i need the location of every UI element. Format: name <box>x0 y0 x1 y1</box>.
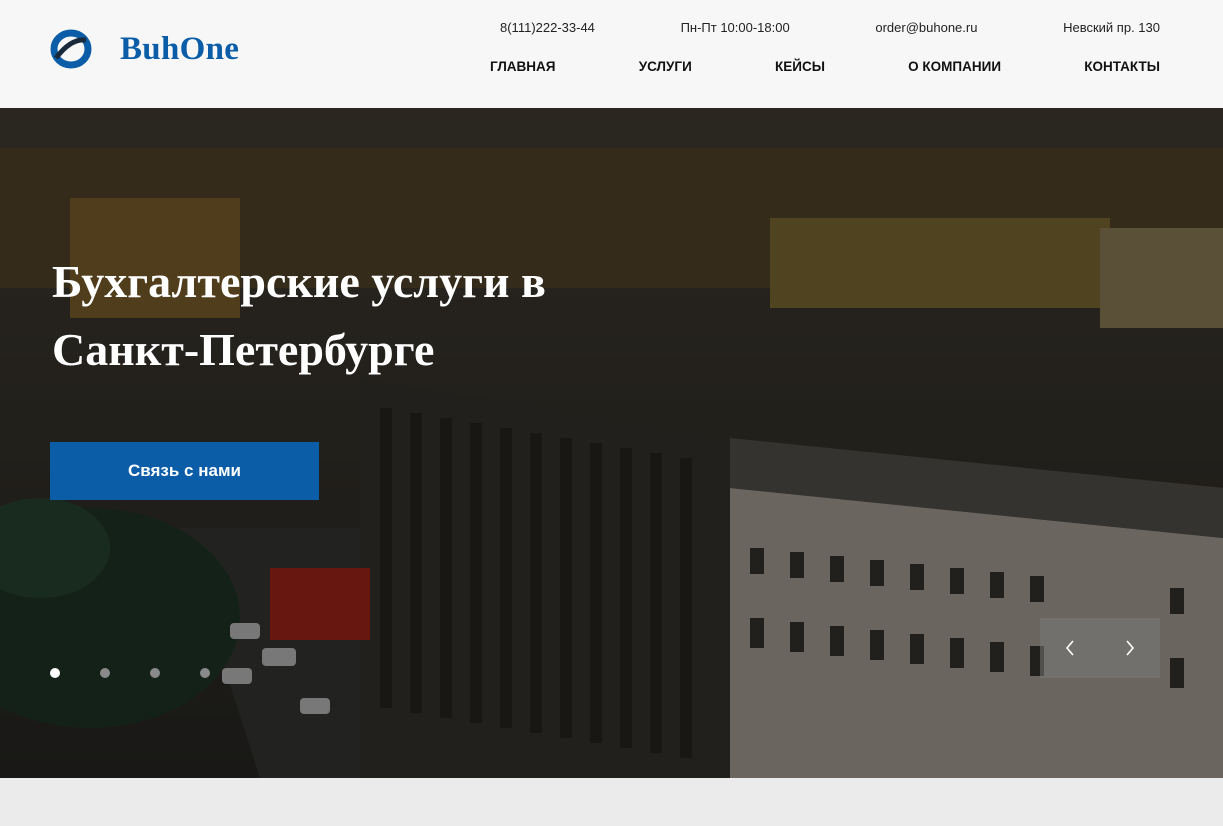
slider-next-button[interactable] <box>1100 618 1160 678</box>
nav-item-contacts[interactable]: КОНТАКТЫ <box>1084 59 1160 74</box>
slider-dot-4[interactable] <box>200 668 210 678</box>
nav-item-cases[interactable]: КЕЙСЫ <box>775 59 825 74</box>
main-nav: ГЛАВНАЯ УСЛУГИ КЕЙСЫ О КОМПАНИИ КОНТАКТЫ <box>490 59 1160 74</box>
contact-us-button[interactable]: Связь с нами <box>50 442 319 500</box>
slider-dot-2[interactable] <box>100 668 110 678</box>
chevron-left-icon <box>1065 640 1074 656</box>
nav-item-about[interactable]: О КОМПАНИИ <box>908 59 1001 74</box>
slider-pagination <box>50 668 210 678</box>
slider-dot-1[interactable] <box>50 668 60 678</box>
chevron-right-icon <box>1126 640 1135 656</box>
nav-item-services[interactable]: УСЛУГИ <box>639 59 692 74</box>
slider-arrows <box>1040 618 1160 678</box>
logo-icon <box>50 29 92 69</box>
logo-text: BuhOne <box>120 30 240 67</box>
page-content-area <box>0 778 1223 826</box>
nav-item-home[interactable]: ГЛАВНАЯ <box>490 59 556 74</box>
address: Невский пр. 130 <box>1063 20 1160 35</box>
phone-number[interactable]: 8(111)222-33-44 <box>500 20 595 35</box>
slider-prev-button[interactable] <box>1040 618 1100 678</box>
email-link[interactable]: order@buhone.ru <box>875 20 977 35</box>
hero-slider: Бухгалтерские услуги в Санкт-Петербурге … <box>0 108 1223 778</box>
slider-dot-3[interactable] <box>150 668 160 678</box>
site-header: BuhOne 8(111)222-33-44 Пн-Пт 10:00-18:00… <box>0 0 1223 108</box>
logo[interactable]: BuhOne <box>50 28 239 70</box>
header-contacts: 8(111)222-33-44 Пн-Пт 10:00-18:00 order@… <box>500 20 1160 35</box>
hero-title: Бухгалтерские услуги в Санкт-Петербурге <box>52 256 546 375</box>
working-hours: Пн-Пт 10:00-18:00 <box>680 20 790 35</box>
